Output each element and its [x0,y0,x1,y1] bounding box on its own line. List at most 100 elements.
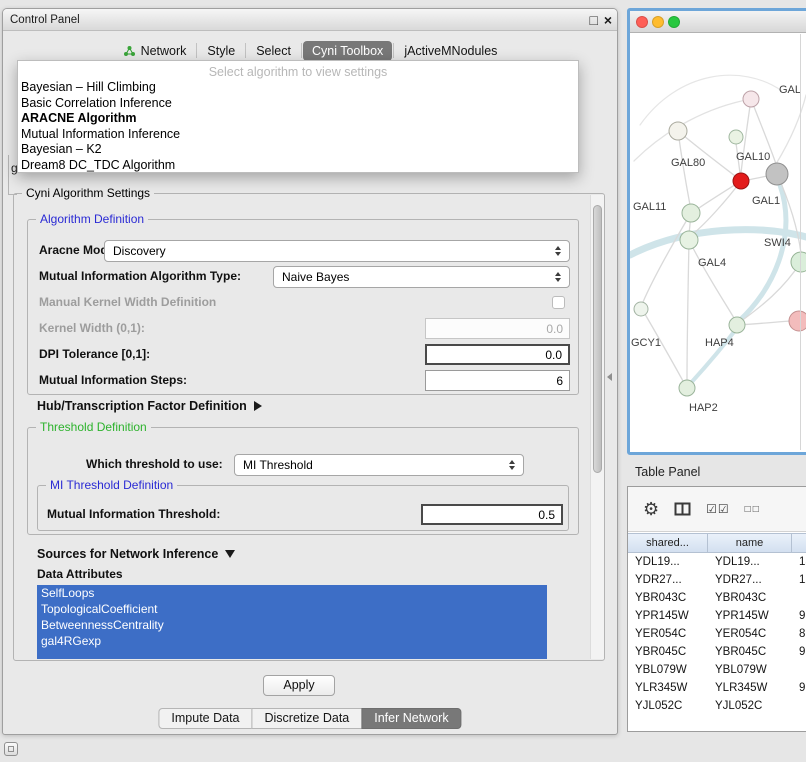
column-header[interactable]: shared... [628,533,708,553]
column-header[interactable]: name [708,533,792,553]
algorithm-menu-item[interactable]: Bayesian – K2 [18,142,578,158]
columns-icon[interactable] [674,502,691,516]
network-canvas[interactable]: GALGAL80GAL10GAL11GAL1SWI4GAL4GCY1HAP4HA… [630,33,806,452]
table-row[interactable]: YBL079WYBL079W [628,661,806,679]
spinner-arrows-icon [555,272,561,282]
group-title: MI Threshold Definition [46,478,177,492]
float-window-icon[interactable]: □ [590,10,598,30]
table-cell: 9. [792,679,806,697]
attribute-item[interactable]: gal4RGexp [37,633,547,649]
kernel-width-input [425,318,570,339]
sources-label: Sources for Network Inference [37,547,218,561]
tab-cyni-toolbox[interactable]: Cyni Toolbox [303,41,392,61]
minimize-traffic-icon[interactable] [652,16,664,28]
bottom-tab-infer-network[interactable]: Infer Network [361,708,461,729]
node-label: GAL80 [671,157,705,169]
algorithm-menu-item[interactable]: Mutual Information Inference [18,127,578,143]
table-cell: YJL052C [628,697,708,715]
table-cell [792,589,806,607]
algorithm-menu-item[interactable]: Dream8 DC_TDC Algorithm [18,158,578,174]
manual-kernel-checkbox [552,296,565,309]
table-row[interactable]: YBR045CYBR045C9. [628,643,806,661]
network-node[interactable] [634,302,648,316]
network-node[interactable] [669,122,687,140]
node-label: GAL4 [698,257,726,269]
aracne-mode-value: Discovery [113,244,549,258]
node-label: GAL10 [736,151,770,163]
node-label: GCY1 [631,337,661,349]
tab-jactivemnodules[interactable]: jActiveMNodules [395,41,506,61]
mi-type-select[interactable]: Naive Bayes [273,266,570,288]
network-node[interactable] [679,380,695,396]
gear-icon[interactable]: ⚙ [643,499,659,520]
threshold-type-select[interactable]: MI Threshold [234,454,524,476]
tab-select[interactable]: Select [247,41,300,61]
deselect-all-icon[interactable]: □□ [745,504,761,515]
tab-label: Network [141,44,187,58]
table-header-row: shared...name [628,533,806,553]
panel-collapse-icon[interactable] [607,373,612,381]
bottom-tab-discretize-data[interactable]: Discretize Data [252,708,363,729]
bottom-tab-impute-data[interactable]: Impute Data [158,708,252,729]
tab-separator [196,43,197,58]
table-toolbar: ⚙ ☑☑ □□ [628,487,806,532]
close-icon[interactable]: × [604,10,612,30]
network-node[interactable] [680,231,698,249]
panel-dock-icon[interactable] [4,742,18,756]
network-edge [776,95,806,164]
table-row[interactable]: YBR043CYBR043C [628,589,806,607]
network-node[interactable] [743,91,759,107]
mi-steps-input[interactable] [425,370,570,391]
attribute-item-partial[interactable] [37,649,547,659]
node-label: GAL [779,84,801,96]
column-header[interactable] [792,533,806,553]
tab-label: jActiveMNodules [404,44,497,58]
network-edge [748,176,767,180]
apply-button[interactable]: Apply [263,675,335,696]
network-node[interactable] [766,163,788,185]
group-title: Cyni Algorithm Settings [22,186,154,200]
mi-threshold-input[interactable] [421,504,563,525]
table-row[interactable]: YJL052CYJL052C [628,697,806,715]
aracne-mode-select[interactable]: Discovery [104,240,570,262]
mi-type-value: Naive Bayes [282,270,549,284]
attribute-item[interactable]: SelfLoops [37,585,547,601]
network-node[interactable] [682,204,700,222]
zoom-traffic-icon[interactable] [668,16,680,28]
sources-expander[interactable]: Sources for Network Inference [37,547,235,561]
network-edge [687,240,689,380]
network-edge [643,213,691,302]
hub-definition-expander[interactable]: Hub/Transcription Factor Definition [37,399,262,413]
control-panel-titlebar: Control Panel □ × [3,9,617,31]
table-row[interactable]: YLR345WYLR345W9. [628,679,806,697]
table-row[interactable]: YDR27...YDR27...12 [628,571,806,589]
table-cell: YPR145W [628,607,708,625]
attribute-item[interactable]: TopologicalCoefficient [37,601,547,617]
tab-network[interactable]: Network [114,41,196,61]
algorithm-menu-item[interactable]: Bayesian – Hill Climbing [18,80,578,96]
table-row[interactable]: YER054CYER054C8. [628,625,806,643]
network-node[interactable] [729,317,745,333]
network-node[interactable] [729,130,743,144]
attribute-list: SelfLoopsTopologicalCoefficientBetweenne… [37,585,547,659]
algorithm-menu-item[interactable]: Basic Correlation Inference [18,96,578,112]
attribute-item[interactable]: BetweennessCentrality [37,617,547,633]
algorithm-menu-item[interactable]: ARACNE Algorithm [18,111,578,127]
tab-style[interactable]: Style [198,41,244,61]
mi-steps-label: Mutual Information Steps: [39,373,187,387]
tab-label: Style [207,44,235,58]
algorithm-select-menu: Select algorithm to view settings Bayesi… [17,60,579,173]
close-traffic-icon[interactable] [636,16,648,28]
network-node[interactable] [789,311,806,331]
network-edge [640,75,782,125]
scrollbar-thumb[interactable] [593,205,602,473]
triangle-down-icon [225,550,235,558]
select-all-icon[interactable]: ☑☑ [706,502,730,516]
network-node[interactable] [791,252,806,272]
mi-type-label: Mutual Information Algorithm Type: [39,269,241,283]
network-node[interactable] [733,173,749,189]
table-row[interactable]: YPR145WYPR145W9. [628,607,806,625]
table-row[interactable]: YDL19...YDL19...13 [628,553,806,571]
menu-placeholder: Select algorithm to view settings [18,64,578,80]
dpi-tolerance-input[interactable] [425,344,570,365]
